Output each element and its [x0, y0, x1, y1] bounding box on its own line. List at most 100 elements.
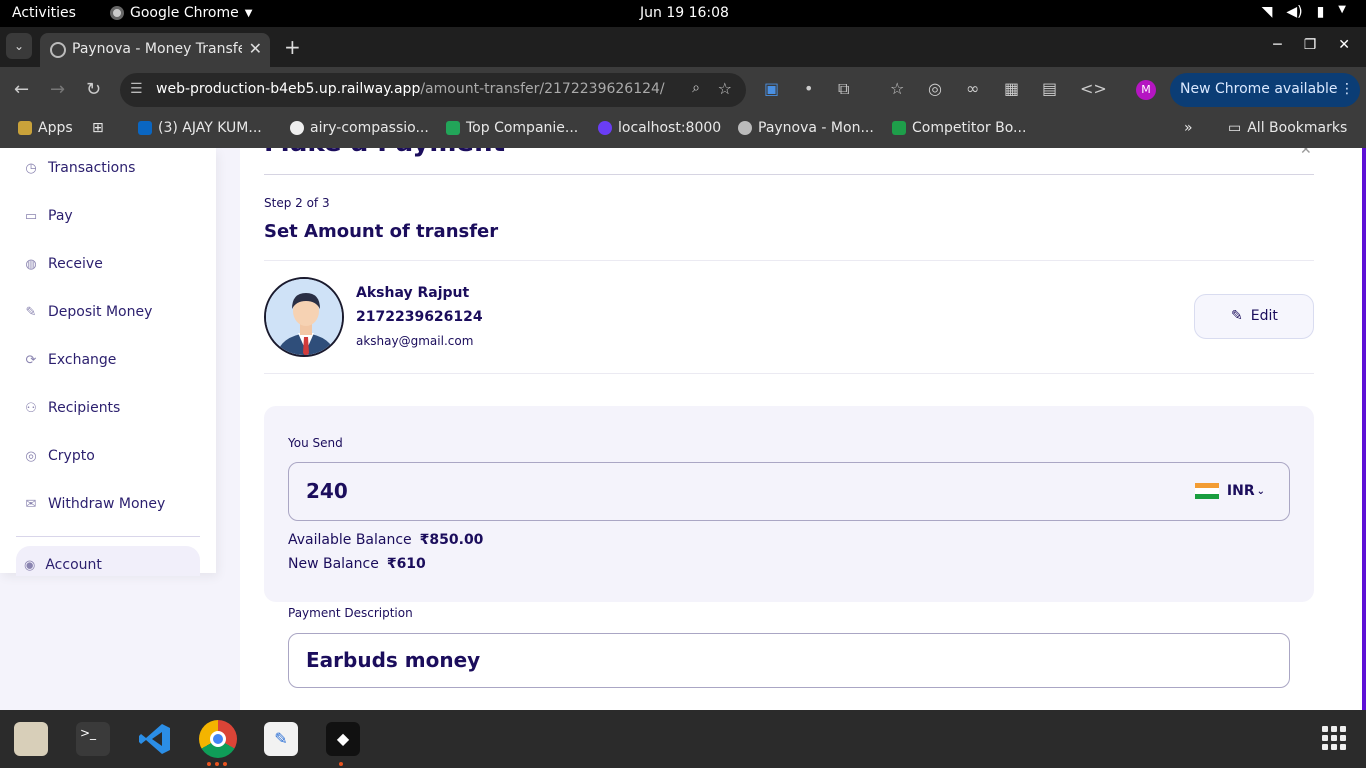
activities-button[interactable]: Activities: [12, 5, 76, 21]
minimize-icon[interactable]: ─: [1273, 37, 1281, 53]
sidebar-item-withdraw[interactable]: ✉ Withdraw Money: [24, 496, 166, 512]
address-bar[interactable]: ☰ web-production-b4eb5.up.railway.app/am…: [120, 73, 746, 107]
title-divider: [264, 174, 1314, 175]
devtools-icon[interactable]: <>: [1080, 79, 1107, 98]
show-apps-icon[interactable]: [1322, 726, 1346, 750]
chrome-dock-icon[interactable]: [199, 720, 237, 758]
running-indicator: [339, 762, 343, 766]
tab-paynova[interactable]: Paynova - Money Transfe ✕: [40, 33, 270, 67]
extension-icon[interactable]: ▣: [764, 79, 779, 98]
extension-2-icon[interactable]: •: [804, 79, 813, 98]
text-editor-icon[interactable]: ✎: [264, 722, 298, 756]
globe-icon: [738, 121, 752, 135]
bookmarks-bar: Apps ⊞ (3) AJAY KUM... airy-compassio...…: [0, 112, 1366, 148]
close-icon[interactable]: ✕: [1300, 148, 1312, 158]
chrome-icon: [110, 6, 124, 20]
sidebar-item-transactions[interactable]: ◷ Transactions: [24, 160, 135, 176]
sidebar-item-pay[interactable]: ▭ Pay: [24, 208, 73, 224]
tab-strip: ⌄ Paynova - Money Transfe ✕ + ─ ❐ ✕: [0, 27, 1366, 67]
sidebar-account-label: Account: [45, 557, 102, 573]
sidebar-divider: [16, 536, 200, 537]
extensions-puzzle-icon[interactable]: ⧉: [838, 79, 849, 99]
profile-avatar[interactable]: M: [1136, 80, 1156, 100]
maximize-icon[interactable]: ❐: [1304, 37, 1317, 53]
dock: >_ ✎ ◆: [0, 710, 1366, 768]
globe-icon: [50, 42, 66, 58]
recipient-divider: [264, 373, 1314, 374]
bookmarks-overflow-icon[interactable]: »: [1184, 120, 1193, 136]
user-icon: ⚇: [25, 400, 37, 416]
send-amount-card: You Send 240 INR ⌄ Available Balance ₹850…: [264, 406, 1314, 602]
url-text: web-production-b4eb5.up.railway.app/amou…: [156, 81, 665, 97]
system-tray[interactable]: ◥ ◀) ▮ ▼: [1262, 4, 1346, 20]
files-icon[interactable]: [14, 722, 48, 756]
apps-grid-icon: [18, 121, 32, 135]
recipient-account: 2172239626124: [356, 309, 483, 325]
edit-icon: ✎: [1231, 308, 1243, 324]
recipient-name: Akshay Rajput: [356, 285, 470, 301]
close-icon[interactable]: ✕: [249, 39, 262, 58]
amount-input[interactable]: 240 INR ⌄: [288, 462, 1290, 521]
link-icon[interactable]: ∞: [966, 79, 979, 98]
forward-button[interactable]: →: [50, 79, 65, 100]
screenshot-icon[interactable]: ◎: [928, 79, 942, 98]
system-top-bar: Activities Google Chrome ▼ Jun 19 16:08 …: [0, 0, 1366, 27]
chevron-down-icon: ▼: [1338, 4, 1346, 15]
sidebar-item-exchange[interactable]: ⟳ Exchange: [24, 352, 117, 368]
recipient-avatar: [264, 277, 344, 357]
terminal-icon[interactable]: >_: [76, 722, 110, 756]
payment-description-value: Earbuds money: [306, 648, 481, 672]
exchange-icon: ⟳: [25, 352, 37, 368]
currency-select[interactable]: INR ⌄: [1194, 483, 1265, 499]
tab-search-button[interactable]: ⌄: [6, 33, 32, 59]
wifi-icon: ◥: [1261, 4, 1273, 20]
chevron-down-icon: ▼: [244, 7, 253, 19]
moon-icon: [598, 121, 612, 135]
app-cube-icon[interactable]: ◆: [326, 722, 360, 756]
update-chrome-button[interactable]: New Chrome available ⋮: [1170, 73, 1360, 107]
sidebar-item-recipients[interactable]: ⚇ Recipients: [24, 400, 120, 416]
bookmark-github[interactable]: airy-compassio...: [290, 120, 429, 136]
edit-label: Edit: [1250, 308, 1278, 324]
bookmark-paynova[interactable]: Paynova - Mon...: [738, 120, 874, 136]
amount-value: 240: [306, 479, 348, 503]
site-info-icon[interactable]: ☰: [130, 81, 143, 97]
running-indicator: [223, 762, 227, 766]
qr-icon[interactable]: ▦: [1004, 79, 1019, 98]
sidebar-item-deposit[interactable]: ✎ Deposit Money: [24, 304, 153, 320]
deposit-icon: ✎: [25, 304, 37, 320]
sidebar-item-crypto[interactable]: ◎ Crypto: [24, 448, 94, 464]
new-tab-button[interactable]: +: [284, 35, 301, 59]
bookmark-grid[interactable]: ⊞: [92, 120, 104, 136]
withdraw-icon: ✉: [25, 496, 37, 512]
vscode-icon[interactable]: [138, 722, 172, 756]
reload-button[interactable]: ↻: [86, 79, 101, 100]
search-icon[interactable]: ⌕: [692, 80, 700, 96]
volume-icon: ◀): [1286, 4, 1303, 20]
bookmark-localhost[interactable]: localhost:8000: [598, 120, 721, 136]
sidebar-item-account[interactable]: ◉ Account: [16, 546, 200, 576]
clock[interactable]: Jun 19 16:08: [640, 5, 729, 21]
app-menu[interactable]: Google Chrome ▼: [110, 5, 252, 21]
browser-toolbar: ← → ↻ ☰ web-production-b4eb5.up.railway.…: [0, 67, 1366, 112]
back-button[interactable]: ←: [14, 79, 29, 100]
bookmark-linkedin[interactable]: (3) AJAY KUM...: [138, 120, 262, 136]
available-balance: Available Balance ₹850.00: [288, 532, 484, 548]
bookmark-competitor[interactable]: Competitor Bo...: [892, 120, 1026, 136]
window-controls: ─ ❐ ✕: [1273, 37, 1350, 53]
close-window-icon[interactable]: ✕: [1338, 37, 1350, 53]
section-divider: [264, 260, 1314, 261]
bookmark-star-icon[interactable]: ☆: [718, 79, 732, 98]
edit-recipient-button[interactable]: ✎ Edit: [1194, 294, 1314, 339]
reading-list-icon[interactable]: ☆: [890, 79, 904, 98]
bookmark-apps[interactable]: Apps: [18, 120, 73, 136]
bookmark-top-companies[interactable]: Top Companie...: [446, 120, 578, 136]
update-label: New Chrome available: [1180, 81, 1338, 97]
crypto-icon: ◎: [25, 448, 37, 464]
payment-description-input[interactable]: Earbuds money: [288, 633, 1290, 688]
sidepanel-icon[interactable]: ▤: [1042, 79, 1057, 98]
chevron-down-icon: ⌄: [1256, 485, 1265, 497]
sidebar-item-receive[interactable]: ◍ Receive: [24, 256, 102, 272]
all-bookmarks[interactable]: ▭ All Bookmarks: [1228, 120, 1347, 136]
india-flag-icon: [1194, 483, 1219, 499]
